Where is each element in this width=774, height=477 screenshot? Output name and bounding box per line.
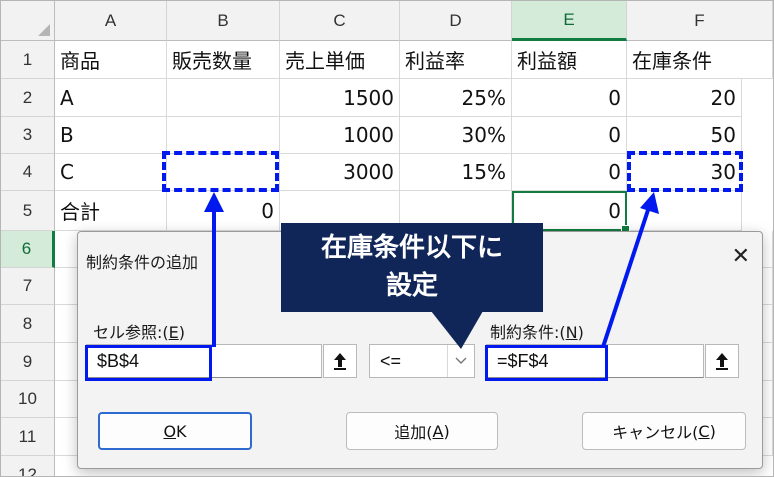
callout-tail (431, 311, 483, 349)
screenshot-frame: A B C D E F 1 2 3 4 5 6 7 8 9 10 11 12 商… (0, 0, 774, 477)
callout-line-2: 設定 (385, 271, 438, 301)
arrow-to-f4 (601, 206, 651, 348)
callout-line-1: 在庫条件以下に (320, 233, 503, 263)
callout-bubble: 在庫条件以下に 設定 (281, 223, 543, 312)
